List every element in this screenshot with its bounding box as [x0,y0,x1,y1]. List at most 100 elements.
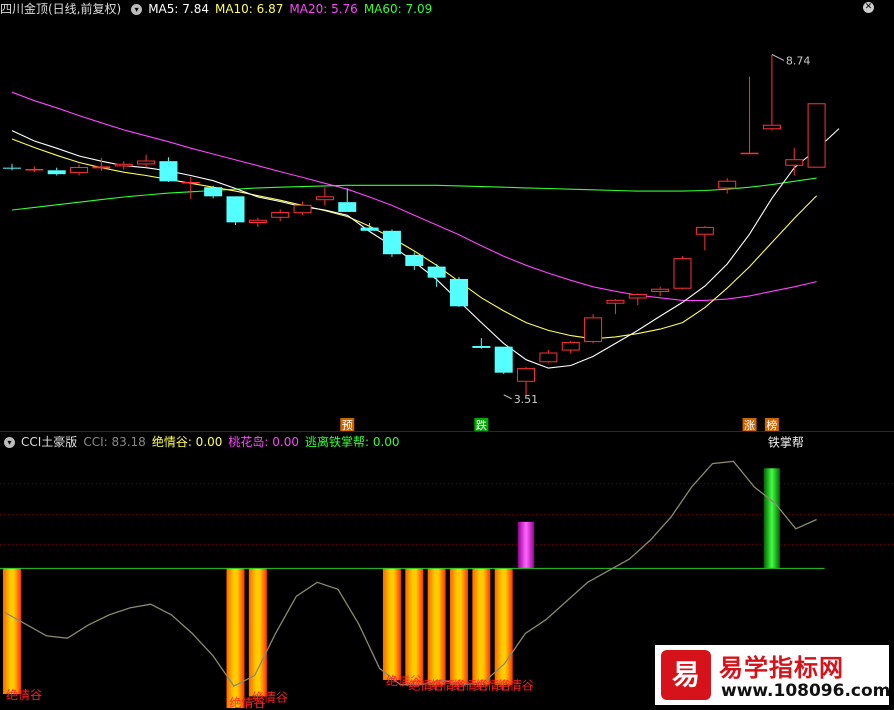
price-annotation: 8.74 [771,53,811,67]
stock-title[interactable]: 四川金顶(日线,前复权) [0,2,121,16]
chevron-down-icon[interactable]: ▾ [131,4,143,15]
indicator-title[interactable]: CCI土豪版 [21,435,77,449]
candle-body [673,258,692,289]
candle-body [450,278,468,307]
candle [25,166,44,173]
juqinggu-bar [405,568,424,685]
annotation-label: 8.74 [786,54,811,67]
candle-body [718,180,737,189]
candle-body [159,161,178,182]
candle-body [137,160,156,165]
candle-body [181,182,200,184]
candle [338,188,357,212]
candle [315,187,334,206]
candle [539,349,558,363]
watermark-title: 易学指标网 [719,654,844,682]
price-annotation: 3.51 [503,393,539,406]
candle-body [226,196,245,223]
candle-body [405,254,424,266]
candle [628,293,647,305]
tiezhangbang-value-label: 逃离铁掌帮: 0.00 [304,435,400,449]
candle [382,229,401,257]
candle-body [807,103,826,168]
candle-body [427,266,446,278]
ma10-label: MA10: 6.87 [214,2,284,16]
candle-body [561,342,580,351]
tiezhangbang-label: 铁掌帮 [768,435,804,449]
chevron-down-icon[interactable]: ▾ [4,437,15,448]
candle [740,76,759,155]
candle [517,366,536,395]
ma60-label: MA60: 7.09 [363,2,433,16]
candle [472,338,491,349]
signal-marker: 预 [340,418,355,432]
candle-body [785,159,804,166]
signal-marker: 跌 [474,418,489,432]
juqinggu-bar [427,568,446,685]
candle [584,314,603,344]
ma10-line [11,138,817,340]
juqinggu-bar [494,568,513,685]
candle-body [740,152,759,155]
signal-label: 预 [342,419,353,432]
taohuadao-value-label: 桃花岛: 0.00 [228,435,299,449]
candle [248,217,267,227]
candle-body [248,219,267,224]
candle [606,299,625,315]
sub-legend: ▾ CCI土豪版 CCI: 83.18 绝情谷: 0.00 桃花岛: 0.00 逃离铁掌帮… [0,433,406,451]
candle [673,256,692,290]
juqinggu-bar [472,568,491,685]
candle-body [114,163,133,167]
juqinggu-bar [450,568,468,685]
candle-body [47,170,66,175]
candle-body [695,226,714,235]
signal-label: 榜 [766,418,777,432]
annotation-label: 3.51 [514,393,539,406]
ma5-line [11,128,840,369]
signal-marker: 涨 [742,418,757,432]
candle-body [360,227,379,231]
candle [3,163,21,171]
candle [427,264,446,287]
candle-body [472,346,491,348]
candle-body [315,196,334,201]
candle [450,277,468,307]
candle-body [293,204,312,214]
candle-body [494,346,513,373]
ma60-line [11,177,817,211]
candle-body [651,288,670,292]
candle [695,226,714,251]
candle [807,103,826,168]
juqinggu-label: 绝情谷 [6,687,42,702]
stock-chart[interactable]: 8.743.51预跌涨榜 铁掌帮绝情谷绝情谷绝情谷绝情谷绝情谷绝情谷绝情谷绝情谷… [0,0,894,710]
candle-body [3,167,21,169]
signal-label: 涨 [744,419,755,432]
candle-body [517,368,536,382]
candle [651,286,670,296]
candle-body [92,166,111,169]
candle [114,161,133,170]
candle-body [539,352,558,363]
signal-label: 跌 [476,418,487,432]
candlestick-panel: 8.74 3.51 预 跌 涨榜 [3,53,840,432]
juqinggu-bar [382,568,401,681]
ma5-label: MA5: 7.84 [148,2,209,16]
candle [204,185,223,199]
watermark-url: www.108096.com [721,681,891,701]
candle [137,154,156,168]
candle-body [584,317,603,343]
candle [762,54,781,131]
tiezhangbang-bar [763,468,780,569]
candle [785,148,804,176]
watermark-logo: 易 [661,650,711,700]
candle-body [25,168,44,171]
signal-marker: 榜 [764,418,779,432]
juqinggu-bar [3,568,21,695]
main-legend: 四川金顶(日线,前复权) ▾ MA5: 7.84 MA10: 6.87 MA20: 5.… [0,0,438,18]
close-icon[interactable]: ✕ [863,2,874,13]
candle-body [606,299,625,304]
candle [159,157,178,182]
candle [718,178,737,194]
candle-body [382,230,401,255]
juqinggu-label: 绝情谷 [498,678,534,693]
